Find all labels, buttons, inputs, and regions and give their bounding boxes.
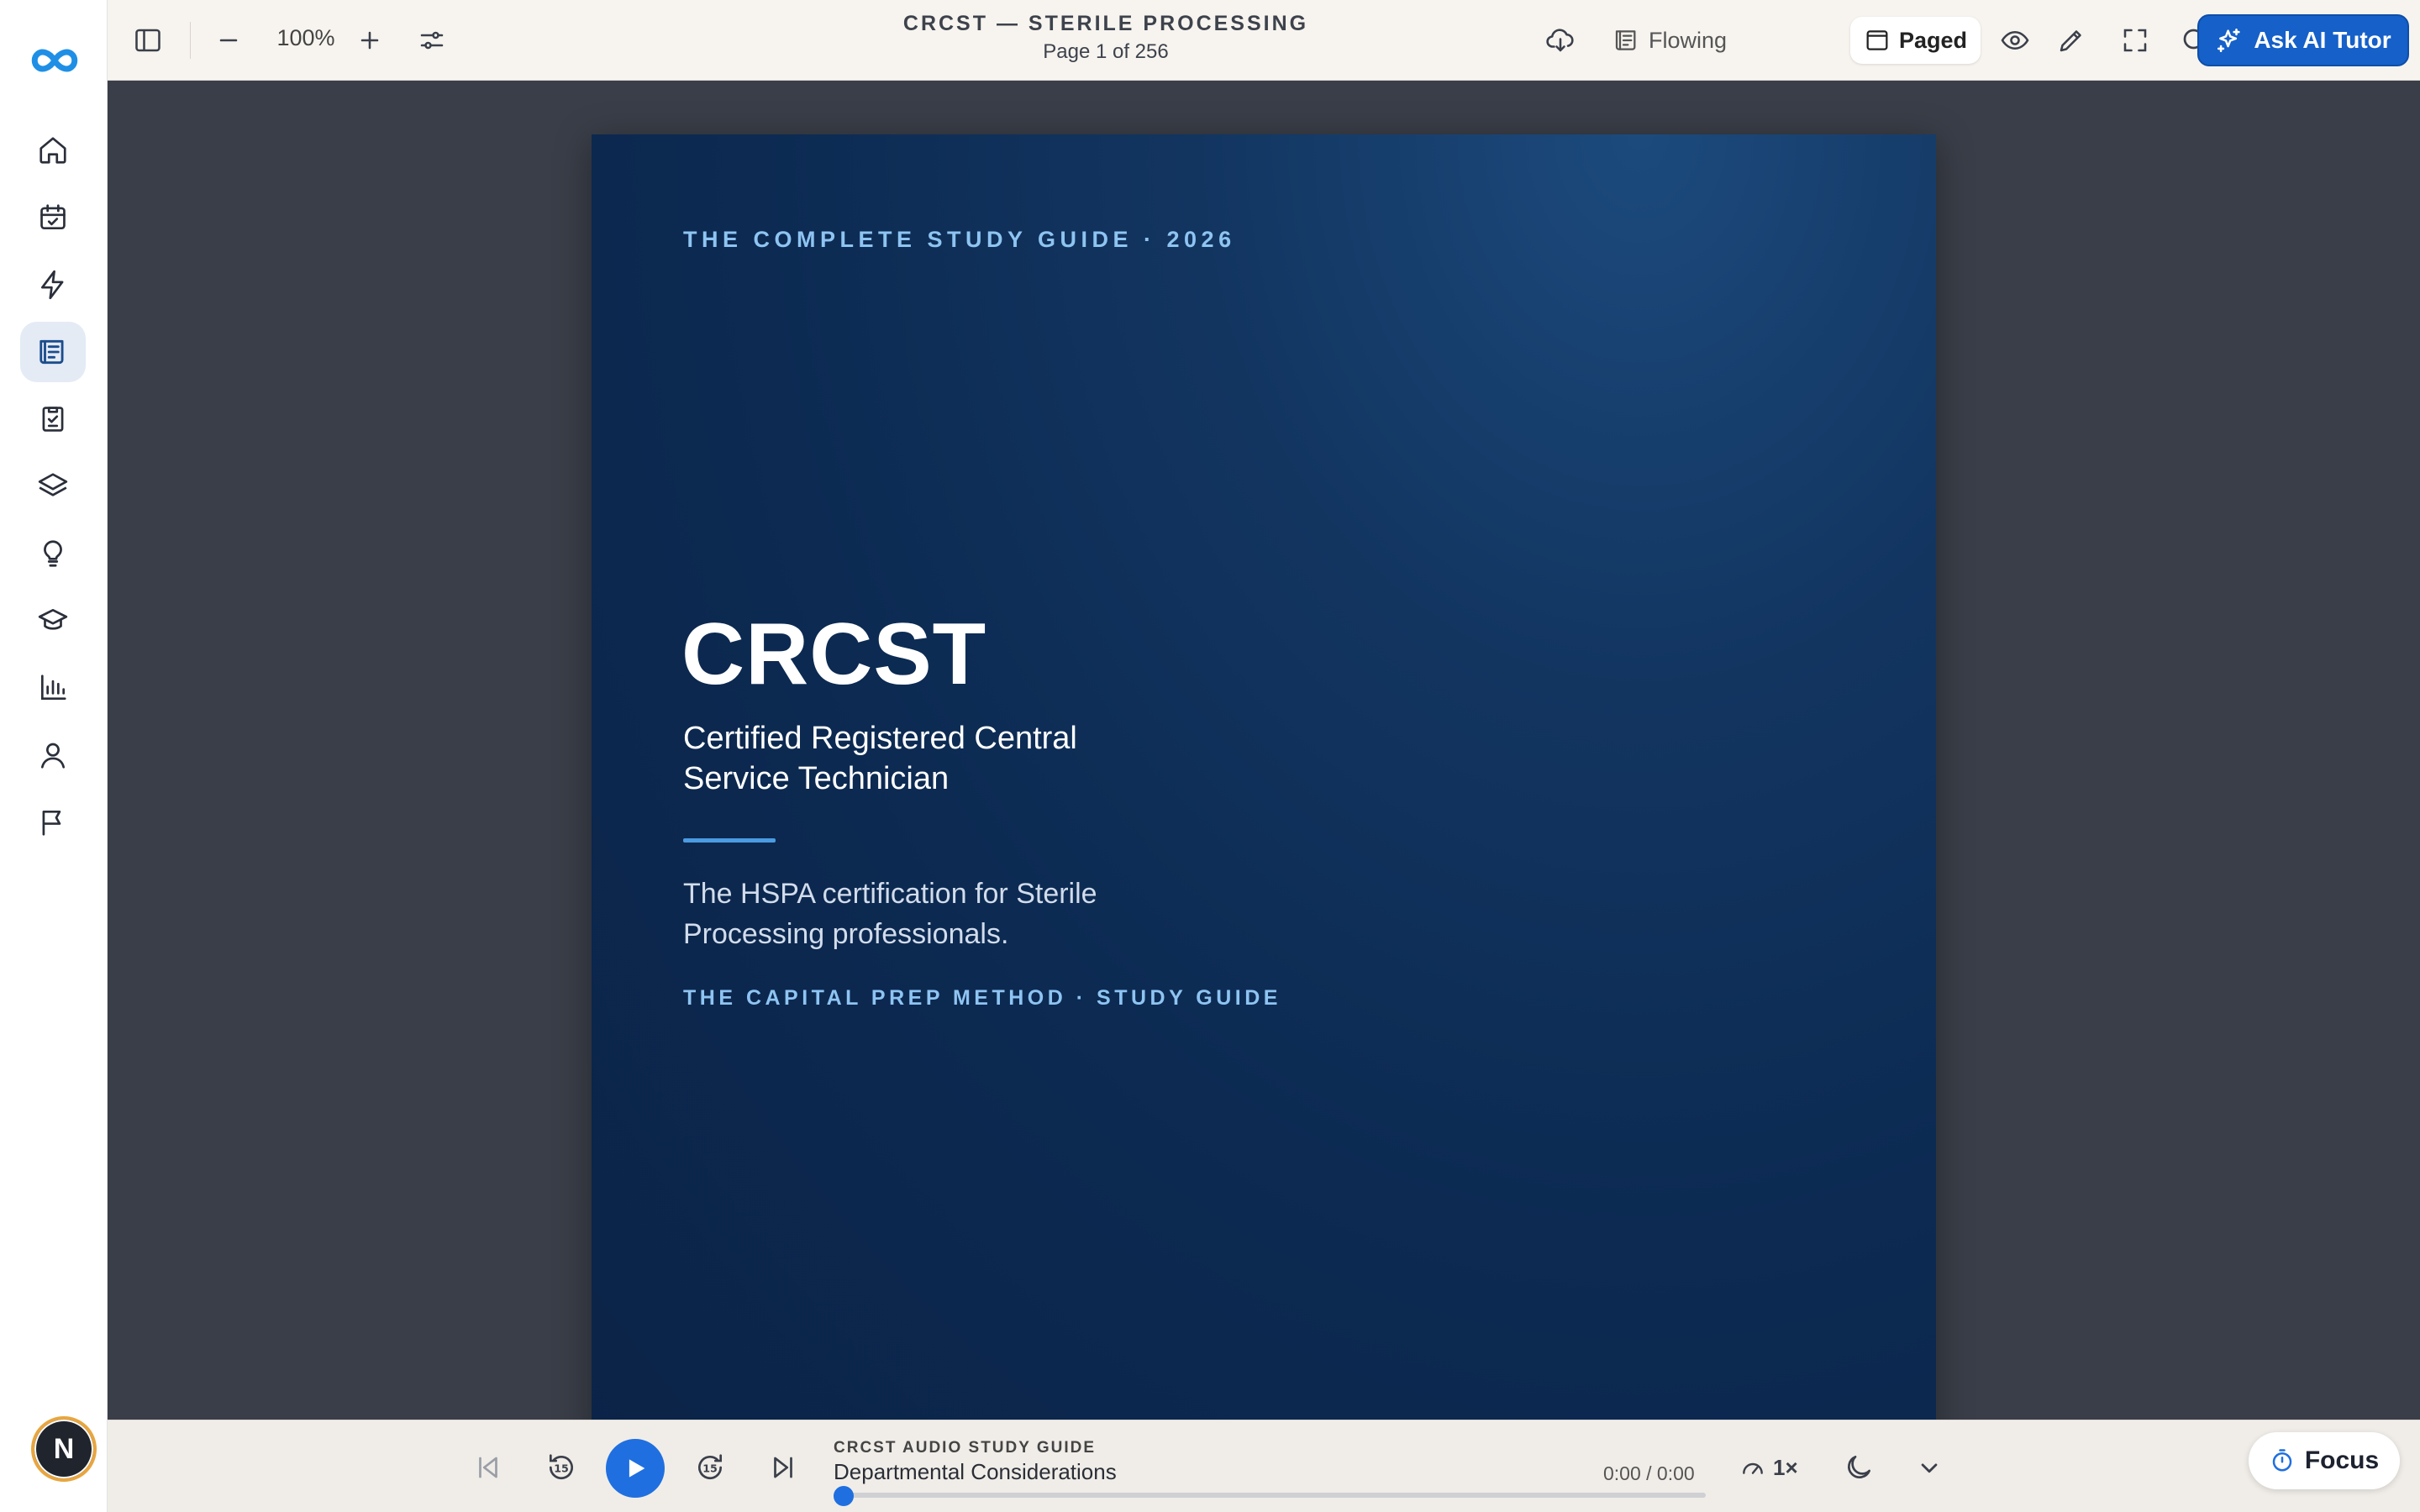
playback-speed-value: 1×: [1773, 1454, 1798, 1480]
sidebar-item-quick[interactable]: [20, 255, 86, 315]
lightning-icon: [40, 270, 64, 300]
skip-back-icon: [479, 1457, 497, 1478]
view-flowing-button[interactable]: Flowing: [1600, 17, 1740, 64]
view-flowing-label: Flowing: [1649, 27, 1728, 53]
next-track-button[interactable]: [761, 1446, 805, 1489]
flag-icon: [42, 810, 61, 836]
document-title: CRCST — STERILE PROCESSING: [902, 12, 1309, 35]
bar-chart-icon: [40, 675, 66, 701]
svg-text:15: 15: [702, 1462, 718, 1475]
progress-handle[interactable]: [834, 1486, 854, 1506]
preview-button[interactable]: [1995, 20, 2035, 60]
toolbar-divider: [190, 22, 191, 59]
collapse-player-button[interactable]: [1907, 1446, 1951, 1489]
annotate-button[interactable]: [2051, 20, 2091, 60]
flowing-view-icon: [1615, 30, 1636, 50]
audio-guide-label: CRCST AUDIO STUDY GUIDE: [834, 1439, 1097, 1457]
rewind-15-button[interactable]: 15: [539, 1446, 583, 1489]
pencil-icon: [2060, 30, 2081, 52]
top-toolbar: 100% CRCST — STERILE PROCESSING Page 1 o…: [108, 0, 2420, 81]
avatar[interactable]: N: [31, 1416, 97, 1482]
sliders-icon: [420, 31, 444, 50]
sidebar-item-flashcards[interactable]: [20, 456, 86, 517]
skip-forward-icon: [774, 1457, 792, 1478]
eye-icon: [2001, 30, 2029, 50]
cover-title: CRCST: [681, 606, 987, 703]
forward-15-icon: 15: [698, 1454, 723, 1480]
toggle-sidebar-button[interactable]: [128, 20, 168, 60]
left-sidebar: N: [0, 0, 108, 1512]
home-icon: [39, 137, 66, 164]
sidebar-item-calendar[interactable]: [20, 187, 86, 248]
previous-track-button[interactable]: [466, 1446, 510, 1489]
clipboard-check-icon: [42, 407, 64, 432]
sparkle-icon: [2217, 28, 2240, 53]
infinity-logo-icon[interactable]: [30, 42, 79, 79]
user-icon: [40, 743, 66, 769]
sidebar-panel-icon: [135, 29, 160, 52]
sidebar-item-goals[interactable]: [20, 792, 86, 853]
minus-icon: [219, 39, 238, 42]
zoom-level: 100%: [276, 25, 335, 50]
focus-mode-button[interactable]: Focus: [2249, 1432, 2400, 1489]
download-offline-button[interactable]: [1540, 20, 1581, 60]
display-settings-button[interactable]: [412, 20, 452, 60]
cover-divider: [683, 838, 776, 843]
cover-eyebrow: THE COMPLETE STUDY GUIDE · 2026: [683, 227, 1236, 252]
document-page-cover: THE COMPLETE STUDY GUIDE · 2026 CRCST Ce…: [592, 134, 1936, 1445]
zoom-in-button[interactable]: [350, 20, 390, 60]
playback-time: 0:00 / 0:00: [1603, 1462, 1695, 1484]
play-icon: [629, 1459, 645, 1478]
cover-subtitle: Certified Registered Central Service Tec…: [683, 721, 1077, 796]
sidebar-item-home[interactable]: [20, 120, 86, 181]
sidebar-item-ideas[interactable]: [20, 523, 86, 584]
sidebar-item-tests[interactable]: [20, 389, 86, 449]
chevron-down-icon: [1921, 1463, 1938, 1473]
svg-text:15: 15: [554, 1462, 569, 1475]
sidebar-item-courses[interactable]: [20, 591, 86, 651]
focus-mode-label: Focus: [2304, 1446, 2380, 1474]
timer-icon: [2272, 1449, 2292, 1472]
ask-ai-tutor-button[interactable]: Ask AI Tutor: [2197, 14, 2409, 66]
sidebar-item-profile[interactable]: [20, 725, 86, 785]
sidebar-item-reader[interactable]: [20, 322, 86, 382]
sleep-timer-button[interactable]: [1837, 1446, 1881, 1489]
fullscreen-button[interactable]: [2115, 20, 2155, 60]
track-title: Departmental Considerations: [834, 1459, 1117, 1484]
playback-speed-button[interactable]: 1×: [1739, 1447, 1798, 1488]
rewind-15-icon: 15: [549, 1454, 573, 1480]
layers-icon: [38, 473, 68, 496]
cover-method: THE CAPITAL PREP METHOD · STUDY GUIDE: [683, 986, 1281, 1010]
calendar-check-icon: [40, 204, 66, 230]
zoom-out-button[interactable]: [208, 20, 249, 60]
speedometer-icon: [1743, 1462, 1763, 1474]
sidebar-item-analytics[interactable]: [20, 658, 86, 718]
play-button[interactable]: [606, 1439, 665, 1498]
plus-icon: [360, 31, 379, 50]
audio-player-bar: 15 15 CRCST AUDIO STUDY GUIDE Department…: [108, 1420, 2420, 1512]
lightbulb-icon: [44, 540, 62, 567]
forward-15-button[interactable]: 15: [688, 1446, 732, 1489]
moon-icon: [1848, 1455, 1871, 1478]
cloud-download-icon: [1546, 29, 1574, 52]
fullscreen-icon: [2123, 29, 2147, 52]
page-indicator: Page 1 of 256: [1043, 40, 1169, 63]
cover-description: The HSPA certification for Sterile Proce…: [683, 878, 1097, 950]
ask-ai-tutor-label: Ask AI Tutor: [2254, 27, 2391, 53]
graduation-cap-icon: [38, 608, 68, 630]
progress-track[interactable]: [840, 1493, 1706, 1498]
document-reader-icon: [39, 339, 64, 365]
